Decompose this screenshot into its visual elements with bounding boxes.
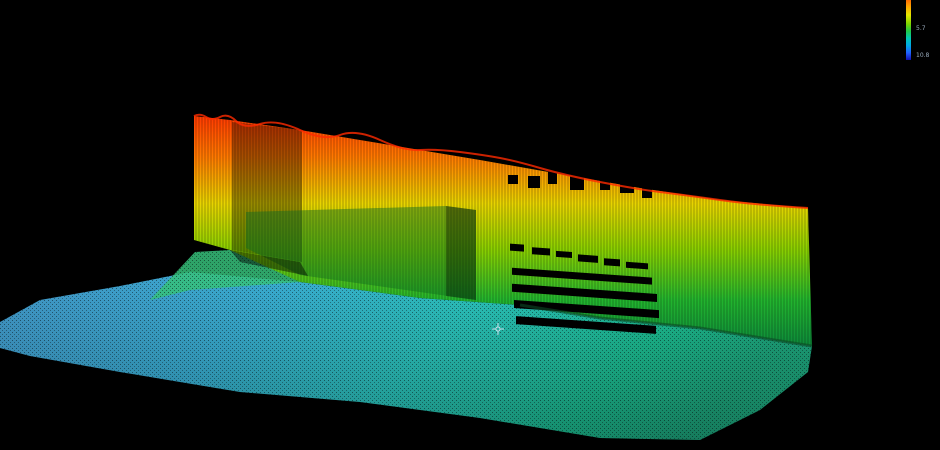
scale-label-mid: 5.7 [916, 25, 926, 32]
point-cloud-render [0, 113, 813, 440]
point-cloud-viewport[interactable]: 5.7 10.8 [0, 0, 940, 450]
scale-label-max: 10.8 [916, 52, 930, 59]
crosshair-icon[interactable] [492, 323, 504, 335]
depth-color-scale [906, 0, 911, 60]
